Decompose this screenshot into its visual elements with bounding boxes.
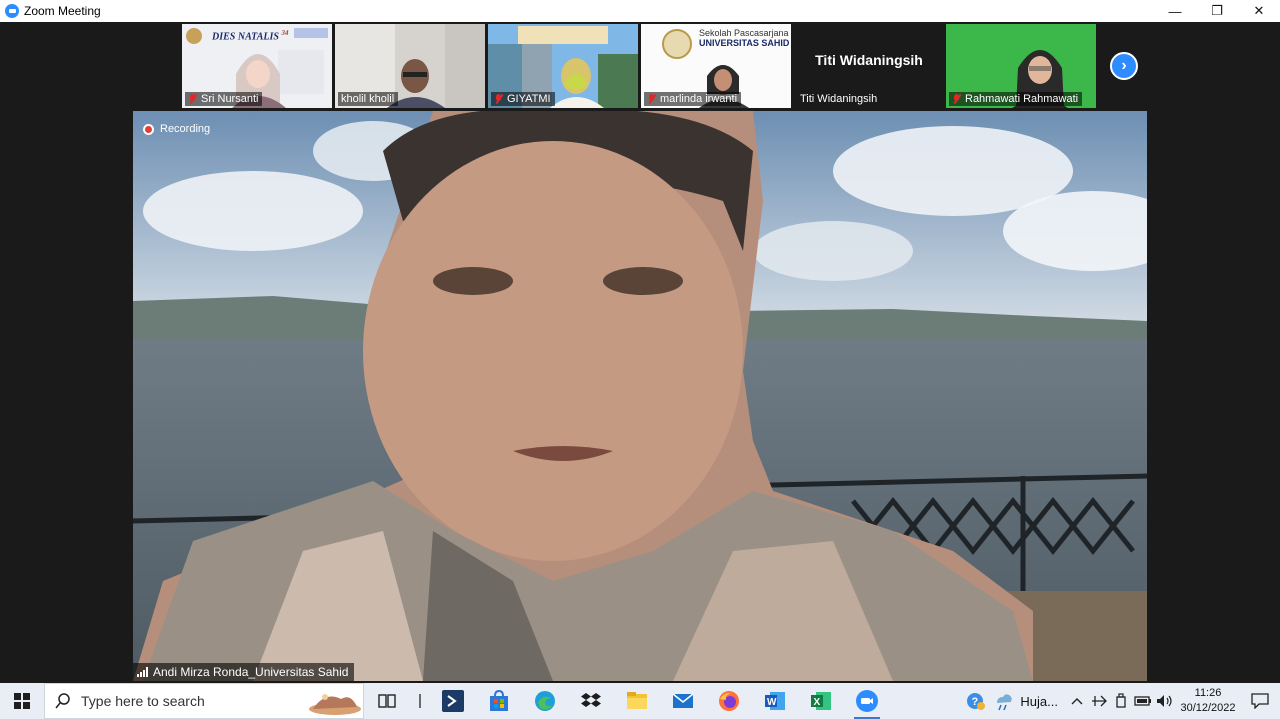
microsoft-store-icon[interactable] (476, 683, 522, 719)
signal-strength-icon (137, 667, 148, 677)
notifications-icon[interactable] (1240, 683, 1280, 719)
participant-tile[interactable]: Titi Widaningsih Titi Widaningsih (794, 24, 944, 108)
close-button[interactable]: ✕ (1238, 0, 1280, 22)
window-controls: — ❐ ✕ (1154, 0, 1280, 22)
participant-name-label: kholil kholil (338, 92, 399, 106)
participant-tile[interactable]: kholil kholil (335, 24, 485, 108)
windows-logo-icon (14, 693, 30, 709)
edge-browser-icon[interactable] (522, 683, 568, 719)
clock-time: 11:26 (1194, 687, 1222, 699)
excel-icon[interactable]: X (798, 683, 844, 719)
participant-strip: DIES NATALIS 34 Sri Nursanti kholil khol… (0, 22, 1280, 110)
taskbar-clock[interactable]: 11:26 30/12/2022 (1176, 686, 1240, 716)
participant-tile[interactable]: Sekolah Pascasarjana UNIVERSITAS SAHID m… (641, 24, 791, 108)
search-highlight-image (309, 694, 361, 715)
search-icon (55, 693, 70, 709)
participant-tile[interactable]: DIES NATALIS 34 Sri Nursanti (182, 24, 332, 108)
participant-name-label: Titi Widaningsih (800, 93, 878, 105)
next-page-button[interactable]: › (1110, 52, 1138, 80)
search-input[interactable] (81, 693, 281, 709)
mail-icon[interactable] (660, 683, 706, 719)
taskbar-separator-icon (410, 683, 430, 719)
help-icon[interactable]: ? (961, 683, 991, 719)
title-bar: Zoom Meeting — ❐ ✕ (0, 0, 1280, 22)
system-tray: ? Huja... 11:26 30/12/2022 (961, 683, 1280, 719)
recording-indicator[interactable]: Recording (143, 123, 210, 135)
start-button[interactable] (0, 683, 44, 719)
muted-mic-icon (188, 94, 197, 104)
file-explorer-icon[interactable] (614, 683, 660, 719)
participant-tile[interactable]: Rahmawati Rahmawati (946, 24, 1096, 108)
restore-button[interactable]: ❐ (1196, 0, 1238, 22)
windows-taskbar: W X ? Huja... 11:26 30/12/2022 (0, 683, 1280, 719)
participant-display-name: Titi Widaningsih (815, 52, 923, 68)
network-share-icon[interactable] (1088, 683, 1110, 719)
participant-tile[interactable]: GIYATMI (488, 24, 638, 108)
weather-icon[interactable] (991, 683, 1017, 719)
weather-label[interactable]: Huja... (1020, 694, 1058, 709)
chevron-up-icon[interactable] (1066, 683, 1088, 719)
battery-icon[interactable] (1132, 683, 1154, 719)
muted-mic-icon (494, 94, 503, 104)
speaker-name-label: Andi Mirza Ronda_Universitas Sahid (133, 663, 355, 681)
firefox-icon[interactable] (706, 683, 752, 719)
volume-icon[interactable] (1154, 683, 1176, 719)
muted-mic-icon (952, 94, 961, 104)
speaker-video-frame (133, 111, 1147, 681)
svg-text:W: W (767, 697, 777, 708)
participant-name-label: Rahmawati Rahmawati (949, 92, 1083, 106)
participant-name-label: Sri Nursanti (185, 92, 263, 106)
minimize-button[interactable]: — (1154, 0, 1196, 22)
svg-text:X: X (814, 697, 821, 708)
active-speaker-video[interactable]: Recording Andi Mirza Ronda_Universitas S… (133, 111, 1147, 681)
poster-title: DIES NATALIS 34 (212, 29, 289, 43)
poster-subtitle: Sekolah Pascasarjana (699, 28, 789, 38)
window-title: Zoom Meeting (24, 4, 101, 18)
dropbox-icon[interactable] (568, 683, 614, 719)
zoom-taskbar-icon[interactable] (844, 683, 890, 719)
participant-name-label: marlinda irwanti (644, 92, 742, 106)
powershell-icon[interactable] (430, 683, 476, 719)
participant-name-label: GIYATMI (491, 92, 555, 106)
poster-title: UNIVERSITAS SAHID (699, 38, 790, 48)
usb-device-icon[interactable] (1110, 683, 1132, 719)
taskbar-search-box[interactable] (44, 683, 364, 719)
clock-date: 30/12/2022 (1180, 702, 1236, 714)
muted-mic-icon (647, 94, 656, 104)
zoom-app-icon (5, 4, 19, 18)
recording-icon (143, 123, 154, 135)
word-icon[interactable]: W (752, 683, 798, 719)
task-view-icon[interactable] (364, 683, 410, 719)
